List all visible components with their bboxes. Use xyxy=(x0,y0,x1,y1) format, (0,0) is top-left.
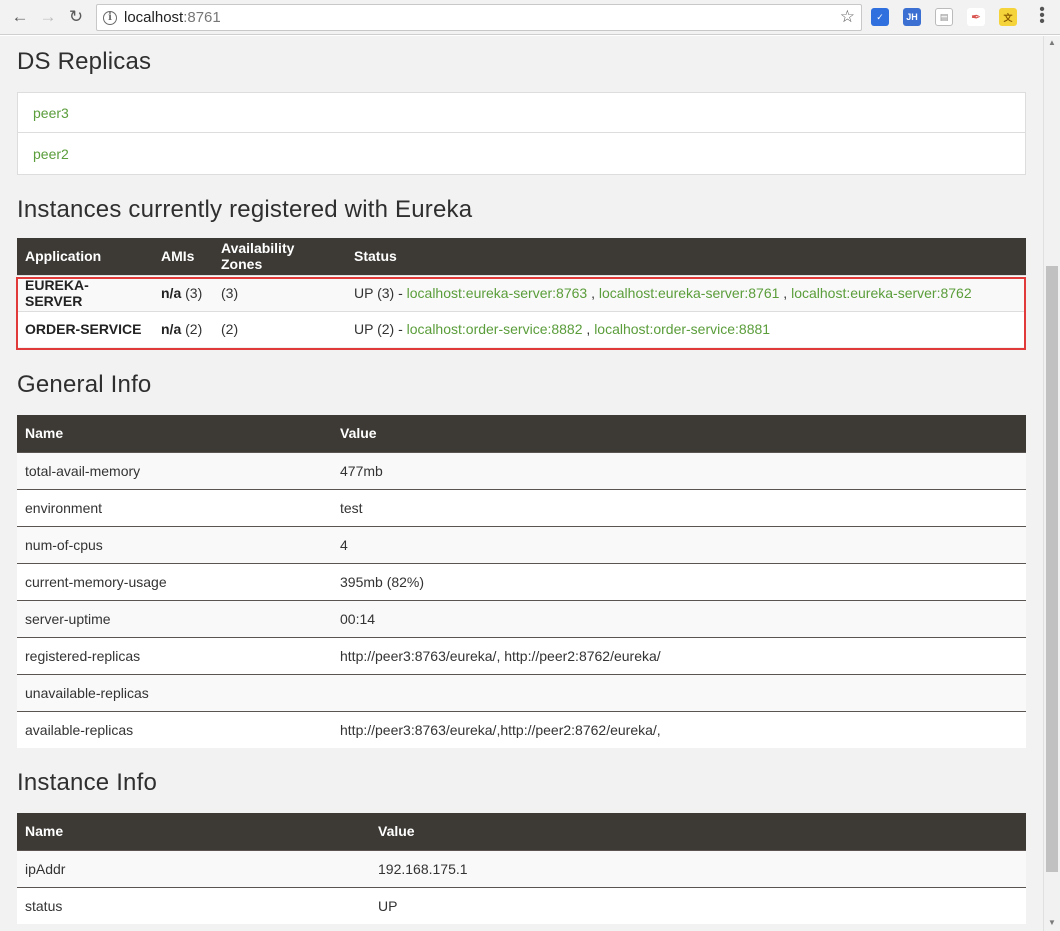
info-value: http://peer3:8763/eureka/, http://peer2:… xyxy=(332,636,1026,674)
replica-link-peer3[interactable]: peer3 xyxy=(18,93,1025,133)
zones-cell: (2) xyxy=(213,310,346,347)
column-header: Status xyxy=(346,238,1026,275)
general-info-title: General Info xyxy=(17,371,152,398)
status-cell: UP (2) - localhost:order-service:8882 , … xyxy=(346,310,1026,347)
scroll-up-arrow-icon[interactable]: ▲ xyxy=(1048,38,1056,47)
table-row: EUREKA-SERVER n/a (3) (3) UP (3) - local… xyxy=(17,274,1026,311)
instance-link[interactable]: localhost:order-service:8881 xyxy=(594,321,770,337)
info-value: 477mb xyxy=(332,451,1026,489)
instance-link[interactable]: localhost:eureka-server:8763 xyxy=(407,285,588,301)
column-header: AMIs xyxy=(153,238,213,275)
info-name: available-replicas xyxy=(17,710,332,748)
page-icon[interactable]: ▤ xyxy=(935,8,953,26)
forward-arrow-icon[interactable]: → xyxy=(36,5,60,29)
info-value xyxy=(332,673,1026,711)
column-header: Availability Zones xyxy=(213,238,346,275)
table-row: registered-replicas http://peer3:8763/eur… xyxy=(17,636,1026,674)
page-viewport: DS Replicas peer3 peer2 Instances curren… xyxy=(0,36,1043,931)
instance-info-table: Name Value ipAddr 192.168.175.1 status UP xyxy=(17,813,1026,924)
table-row: total-avail-memory 477mb xyxy=(17,451,1026,489)
zones-cell: (3) xyxy=(213,274,346,311)
instance-link[interactable]: localhost:order-service:8882 xyxy=(407,321,583,337)
scroll-thumb[interactable] xyxy=(1046,266,1058,872)
instance-link[interactable]: localhost:eureka-server:8761 xyxy=(599,285,780,301)
amis-cell: n/a (2) xyxy=(153,310,213,347)
info-icon[interactable]: i xyxy=(103,10,117,25)
replica-link-peer2[interactable]: peer2 xyxy=(18,133,1025,174)
column-header: Name xyxy=(17,415,332,452)
column-header: Name xyxy=(17,813,370,850)
info-name: status xyxy=(17,886,370,924)
table-header-row: Name Value xyxy=(17,415,1026,452)
instance-info-title: Instance Info xyxy=(17,769,158,796)
info-value: http://peer3:8763/eureka/,http://peer2:8… xyxy=(332,710,1026,748)
info-value: test xyxy=(332,488,1026,526)
translate-icon[interactable]: 文 xyxy=(999,8,1017,26)
column-header: Value xyxy=(370,813,1026,850)
info-name: registered-replicas xyxy=(17,636,332,674)
ds-replicas-title: DS Replicas xyxy=(17,48,152,75)
table-row: status UP xyxy=(17,886,1026,924)
info-name: total-avail-memory xyxy=(17,451,332,489)
pen-icon[interactable]: ✒ xyxy=(967,8,985,26)
instance-link[interactable]: localhost:eureka-server:8762 xyxy=(791,285,972,301)
menu-dots-icon[interactable]: • • • xyxy=(1036,2,1048,30)
reload-icon[interactable]: ↻ xyxy=(64,5,88,29)
bookmark-star-icon[interactable]: ☆ xyxy=(840,7,855,27)
table-row: unavailable-replicas xyxy=(17,673,1026,711)
app-name: ORDER-SERVICE xyxy=(17,310,153,347)
info-value: 395mb (82%) xyxy=(332,562,1026,600)
info-name: num-of-cpus xyxy=(17,525,332,563)
table-row: num-of-cpus 4 xyxy=(17,525,1026,563)
info-value: UP xyxy=(370,886,1026,924)
column-header: Application xyxy=(17,238,153,275)
info-name: ipAddr xyxy=(17,849,370,887)
info-name: unavailable-replicas xyxy=(17,673,332,711)
browser-toolbar: ← → ↻ i localhost:8761 ☆ ✓ JH ▤ ✒ 文 • • • xyxy=(0,0,1060,35)
table-row: available-replicas http://peer3:8763/eure… xyxy=(17,710,1026,748)
status-cell: UP (3) - localhost:eureka-server:8763 , … xyxy=(346,274,1026,311)
column-header: Value xyxy=(332,415,1026,452)
app-name: EUREKA-SERVER xyxy=(17,274,153,311)
url-text[interactable]: localhost:8761 xyxy=(124,9,221,26)
amis-cell: n/a (3) xyxy=(153,274,213,311)
info-value: 00:14 xyxy=(332,599,1026,637)
jh-icon[interactable]: JH xyxy=(903,8,921,26)
vertical-scrollbar[interactable]: ▲ ▼ xyxy=(1043,36,1060,931)
general-info-table: Name Value total-avail-memory 477mb envir… xyxy=(17,415,1026,748)
table-row: current-memory-usage 395mb (82%) xyxy=(17,562,1026,600)
table-row: ORDER-SERVICE n/a (2) (2) UP (2) - local… xyxy=(17,310,1026,347)
instances-table: Application AMIs Availability Zones Stat… xyxy=(17,238,1026,347)
info-name: server-uptime xyxy=(17,599,332,637)
ds-replicas-list: peer3 peer2 xyxy=(17,92,1026,175)
back-arrow-icon[interactable]: ← xyxy=(8,5,32,29)
info-value: 192.168.175.1 xyxy=(370,849,1026,887)
instances-title: Instances currently registered with Eure… xyxy=(17,196,473,223)
info-name: environment xyxy=(17,488,332,526)
table-header-row: Name Value xyxy=(17,813,1026,850)
address-bar[interactable]: i localhost:8761 ☆ xyxy=(96,4,862,31)
info-name: current-memory-usage xyxy=(17,562,332,600)
table-row: environment test xyxy=(17,488,1026,526)
scroll-down-arrow-icon[interactable]: ▼ xyxy=(1048,918,1056,927)
pocket-icon[interactable]: ✓ xyxy=(871,8,889,26)
table-header-row: Application AMIs Availability Zones Stat… xyxy=(17,238,1026,275)
table-row: ipAddr 192.168.175.1 xyxy=(17,849,1026,887)
info-value: 4 xyxy=(332,525,1026,563)
table-row: server-uptime 00:14 xyxy=(17,599,1026,637)
